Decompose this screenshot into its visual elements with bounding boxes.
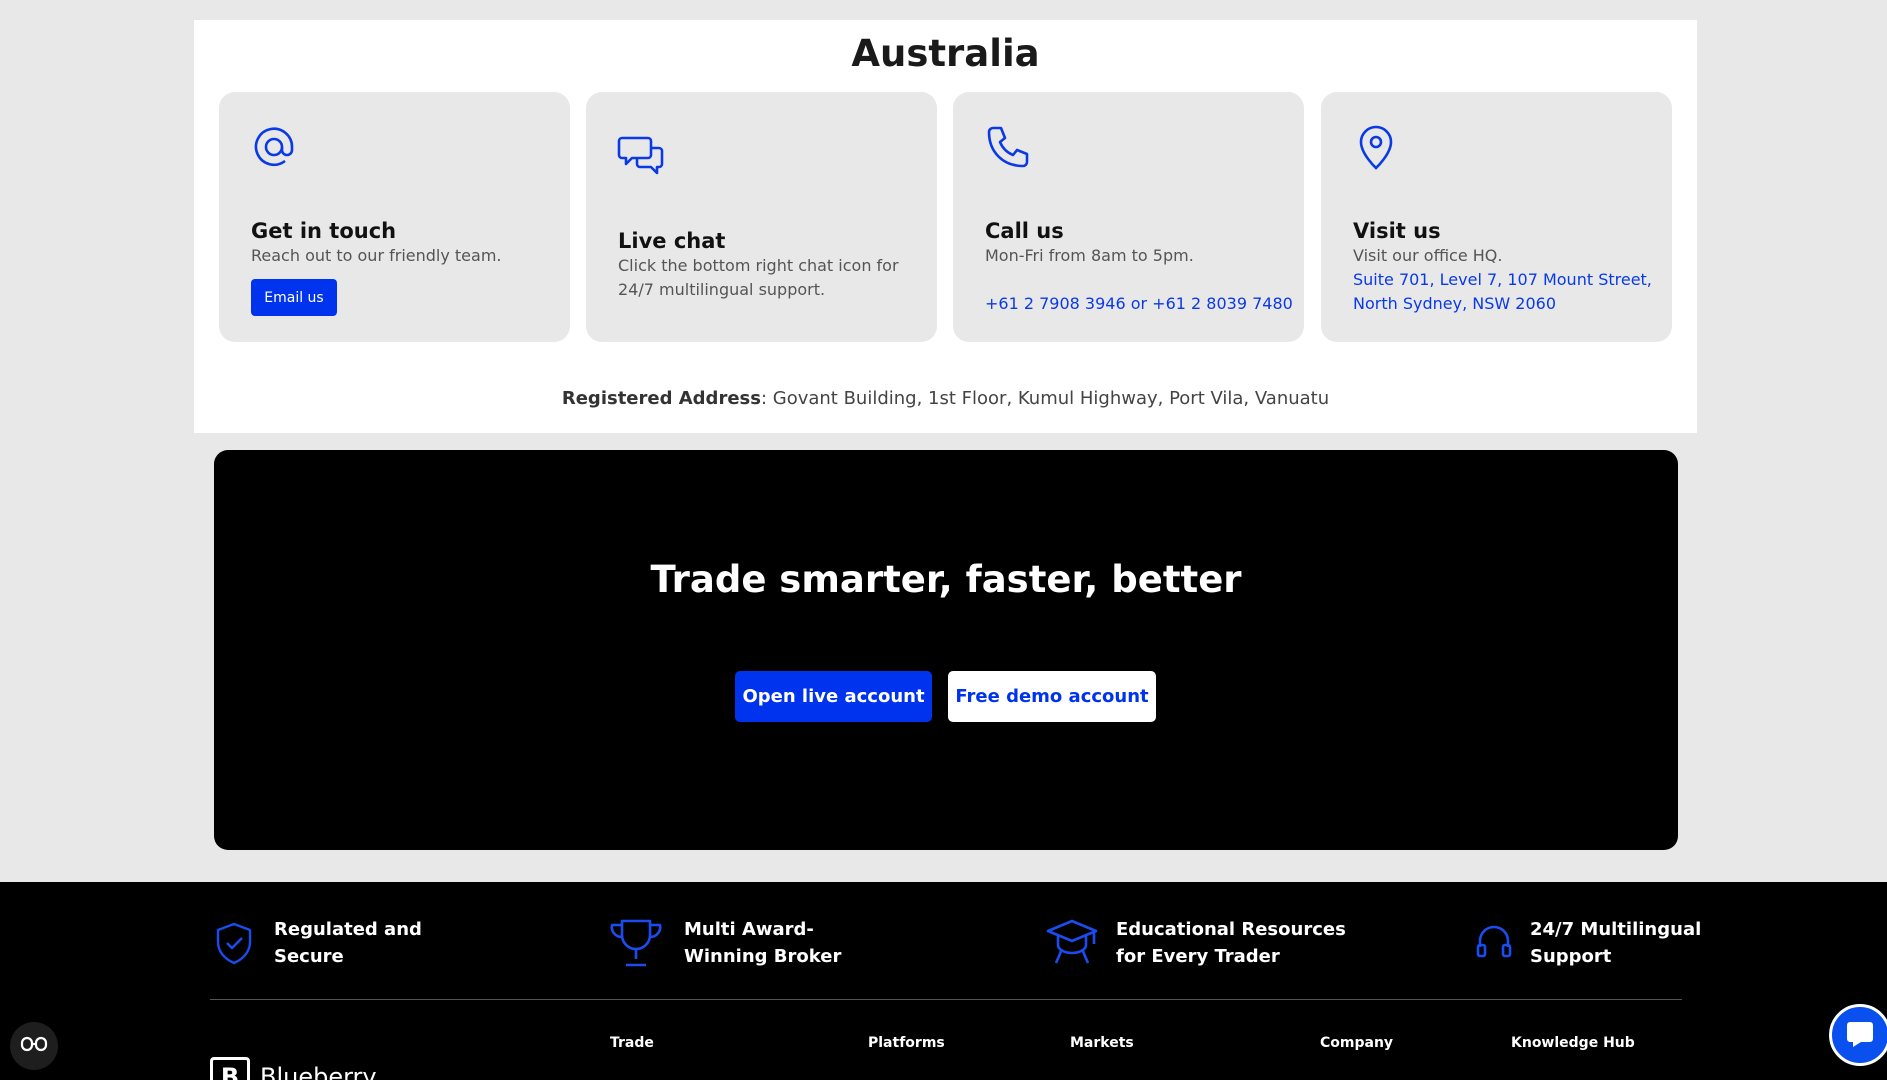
office-address-link[interactable]: Suite 701, Level 7, 107 Mount Street, No… bbox=[1353, 268, 1663, 316]
chat-bubbles-icon bbox=[616, 130, 666, 180]
graduation-cap-icon bbox=[1044, 917, 1100, 969]
card-title: Call us bbox=[985, 219, 1064, 243]
card-desc: Mon-Fri from 8am to 5pm. bbox=[985, 246, 1194, 265]
shield-check-icon bbox=[210, 919, 258, 967]
footer-col-trade: Trade bbox=[610, 1035, 654, 1051]
footer: Regulated and Secure Multi Award-Winning… bbox=[0, 882, 1887, 1080]
card-get-in-touch: Get in touch Reach out to our friendly t… bbox=[219, 92, 570, 342]
open-live-account-button[interactable]: Open live account bbox=[735, 671, 932, 722]
footer-col-company: Company bbox=[1320, 1035, 1394, 1051]
feature-text: Multi Award-Winning Broker bbox=[684, 919, 842, 967]
feature-support: 24/7 Multilingual Support bbox=[1474, 916, 1730, 970]
glasses-icon bbox=[20, 1036, 48, 1056]
headset-icon bbox=[1474, 923, 1514, 963]
feature-education: Educational Resources for Every Trader bbox=[1044, 916, 1346, 970]
feature-text: 24/7 Multilingual Support bbox=[1530, 919, 1702, 967]
chat-icon bbox=[1845, 1018, 1875, 1052]
card-call-us: Call us Mon-Fri from 8am to 5pm. +61 2 7… bbox=[953, 92, 1304, 342]
feature-regulated: Regulated and Secure bbox=[210, 916, 494, 970]
card-title: Visit us bbox=[1353, 219, 1441, 243]
at-sign-icon bbox=[249, 122, 299, 172]
registered-address: Registered Address: Govant Building, 1st… bbox=[194, 388, 1697, 409]
trophy-icon bbox=[604, 917, 668, 969]
logo-mark: B bbox=[210, 1057, 250, 1080]
card-title: Get in touch bbox=[251, 219, 397, 243]
registered-address-value: : Govant Building, 1st Floor, Kumul High… bbox=[760, 388, 1330, 409]
feature-award: Multi Award-Winning Broker bbox=[604, 916, 894, 970]
footer-col-markets: Markets bbox=[1070, 1035, 1134, 1051]
card-visit-us: Visit us Visit our office HQ. Suite 701,… bbox=[1321, 92, 1672, 342]
accessibility-button[interactable] bbox=[10, 1022, 58, 1070]
registered-address-label: Registered Address bbox=[561, 388, 761, 409]
card-desc: Click the bottom right chat icon for 24/… bbox=[618, 256, 899, 299]
location-pin-icon bbox=[1351, 122, 1401, 172]
footer-divider bbox=[210, 999, 1682, 1000]
email-us-button[interactable]: Email us bbox=[251, 279, 337, 316]
card-title: Live chat bbox=[618, 229, 726, 253]
card-desc: Reach out to our friendly team. bbox=[251, 246, 502, 265]
brand-logo[interactable]: B Blueberry bbox=[210, 1057, 377, 1080]
feature-text: Educational Resources for Every Trader bbox=[1116, 919, 1346, 967]
card-desc: Visit our office HQ. bbox=[1353, 246, 1503, 265]
card-live-chat: Live chat Click the bottom right chat ic… bbox=[586, 92, 937, 342]
region-title: Australia bbox=[851, 32, 1040, 75]
cta-title: Trade smarter, faster, better bbox=[650, 558, 1242, 601]
cta-banner: Trade smarter, faster, better Open live … bbox=[214, 450, 1678, 850]
contact-section: Australia Get in touch Reach out to our … bbox=[194, 20, 1697, 433]
logo-text: Blueberry bbox=[260, 1063, 377, 1080]
feature-text: Regulated and Secure bbox=[274, 919, 422, 967]
footer-col-platforms: Platforms bbox=[868, 1035, 945, 1051]
live-chat-button[interactable] bbox=[1829, 1004, 1887, 1066]
footer-col-knowledge-hub: Knowledge Hub bbox=[1511, 1035, 1635, 1051]
phone-numbers-link[interactable]: +61 2 7908 3946 or +61 2 8039 7480 bbox=[985, 292, 1295, 316]
phone-icon bbox=[983, 122, 1033, 172]
free-demo-account-button[interactable]: Free demo account bbox=[948, 671, 1156, 722]
